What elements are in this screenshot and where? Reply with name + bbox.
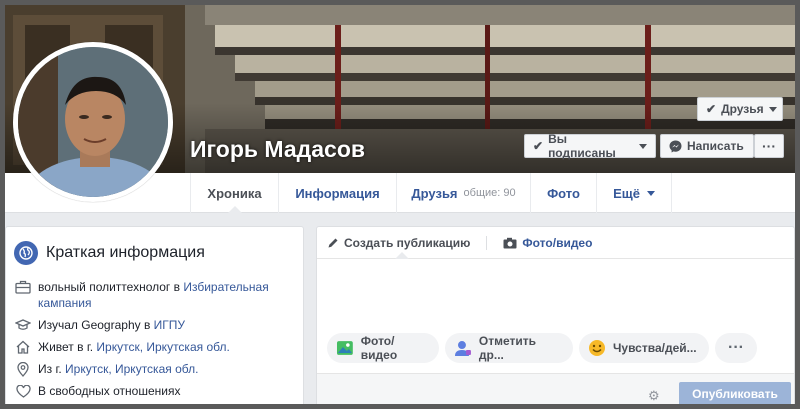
mutual-friends-count: общие: 90	[463, 187, 516, 199]
from-link[interactable]: Иркутск, Иркутская обл.	[65, 362, 198, 376]
check-icon: ✔	[533, 139, 544, 153]
more-icon: ···	[762, 138, 776, 154]
tag-friends-icon	[454, 341, 471, 356]
intro-lives: Живет в г. Иркутск, Иркутская обл.	[14, 339, 295, 355]
composer-actions: Фото/видео Отметить др... Чувства/дей...…	[327, 333, 757, 363]
photo-video-button[interactable]: Фото/видео	[327, 333, 439, 363]
tab-label: Информация	[295, 185, 380, 201]
tab-photo-video[interactable]: Фото/видео	[503, 236, 592, 250]
tab-separator	[486, 235, 488, 250]
lives-prefix: Живет в г.	[38, 340, 97, 354]
intro-from: Из г. Иркутск, Иркутская обл.	[14, 361, 295, 377]
intro-list: вольный политтехнолог в Избирательная ка…	[6, 267, 303, 399]
relationship-text: В свободных отношениях	[38, 384, 181, 398]
tab-about[interactable]: Информация	[278, 173, 396, 213]
photo-video-label: Фото/видео	[360, 334, 398, 362]
check-icon: ✔	[706, 102, 717, 116]
location-pin-icon	[14, 361, 32, 377]
publish-button[interactable]: Опубликовать	[679, 382, 791, 404]
feeling-activity-button[interactable]: Чувства/дей...	[579, 333, 709, 363]
tab-label: Друзья	[411, 185, 458, 201]
tab-friends[interactable]: Друзья общие: 90	[396, 173, 530, 213]
intro-lives-text: Живет в г. Иркутск, Иркутская обл.	[38, 339, 230, 355]
subscribed-button[interactable]: ✔ Вы подписаны	[524, 132, 656, 160]
intro-work-text: вольный политтехнолог в Избирательная ка…	[38, 279, 295, 311]
tag-friends-button[interactable]: Отметить др...	[445, 333, 573, 363]
chevron-down-icon	[639, 143, 647, 149]
chevron-down-icon	[646, 190, 655, 196]
friends-button-label: Друзья	[721, 102, 764, 116]
tab-timeline[interactable]: Хроника	[190, 173, 278, 214]
photo-icon	[336, 341, 353, 355]
intro-from-text: Из г. Иркутск, Иркутская обл.	[38, 361, 198, 377]
intro-header: Краткая информация	[6, 227, 303, 267]
messenger-icon	[669, 140, 682, 152]
tab-label: Хроника	[207, 185, 262, 201]
gear-icon[interactable]: ⚙	[648, 388, 660, 404]
post-composer: Создать публикацию Фото/видео Фото/видео…	[316, 226, 795, 404]
intro-education: Изучал Geography в ИГПУ	[14, 317, 295, 333]
more-actions-button[interactable]: ···	[715, 333, 757, 363]
message-button[interactable]: Написать	[660, 134, 754, 158]
intro-work: вольный политтехнолог в Избирательная ка…	[14, 279, 295, 311]
subscribed-button-label: Вы подписаны	[548, 132, 616, 160]
work-prefix: вольный политтехнолог в	[38, 280, 184, 294]
intro-title: Краткая информация	[46, 244, 205, 261]
briefcase-icon	[14, 279, 32, 295]
study-link[interactable]: ИГПУ	[154, 318, 185, 332]
profile-avatar[interactable]	[13, 42, 173, 202]
camera-icon	[503, 237, 517, 248]
tab-photos[interactable]: Фото	[530, 173, 596, 213]
from-prefix: Из г.	[38, 362, 66, 376]
profile-page: Игорь Мадасов ✔ Друзья ✔ Вы подписаны На…	[5, 5, 795, 404]
avatar-image	[18, 47, 168, 197]
globe-icon	[14, 241, 38, 265]
friends-button[interactable]: ✔ Друзья	[697, 97, 783, 121]
profile-name[interactable]: Игорь Мадасов	[190, 136, 365, 163]
more-actions-icon: ···	[728, 339, 744, 356]
home-icon	[14, 339, 32, 355]
tab-label: Ещё	[613, 185, 640, 201]
tag-friends-label: Отметить др...	[478, 334, 537, 362]
post-text-area[interactable]	[317, 259, 794, 331]
graduation-cap-icon	[14, 317, 32, 333]
tab-create-post-label: Создать публикацию	[344, 235, 471, 250]
more-options-button[interactable]: ···	[754, 134, 784, 158]
tab-more[interactable]: Ещё	[596, 173, 672, 213]
composer-tabs: Создать публикацию Фото/видео	[317, 227, 794, 259]
intro-card: Краткая информация вольный политтехнолог…	[5, 226, 304, 404]
feeling-activity-label: Чувства/дей...	[613, 341, 697, 355]
avatar-photo	[18, 47, 168, 197]
intro-relationship: В свободных отношениях	[14, 383, 295, 399]
heart-icon	[14, 383, 32, 399]
intro-education-text: Изучал Geography в ИГПУ	[38, 317, 185, 333]
tab-photo-video-label: Фото/видео	[522, 235, 593, 250]
message-button-label: Написать	[687, 139, 744, 153]
tab-label: Фото	[547, 185, 580, 201]
smiley-icon	[589, 340, 605, 356]
lives-link[interactable]: Иркутск, Иркутская обл.	[96, 340, 229, 354]
chevron-down-icon	[768, 106, 777, 112]
tab-create-post[interactable]: Создать публикацию	[327, 236, 470, 250]
study-prefix: Изучал Geography в	[38, 318, 154, 332]
composer-footer: ⚙ Опубликовать	[317, 373, 794, 404]
pencil-icon	[328, 238, 338, 247]
